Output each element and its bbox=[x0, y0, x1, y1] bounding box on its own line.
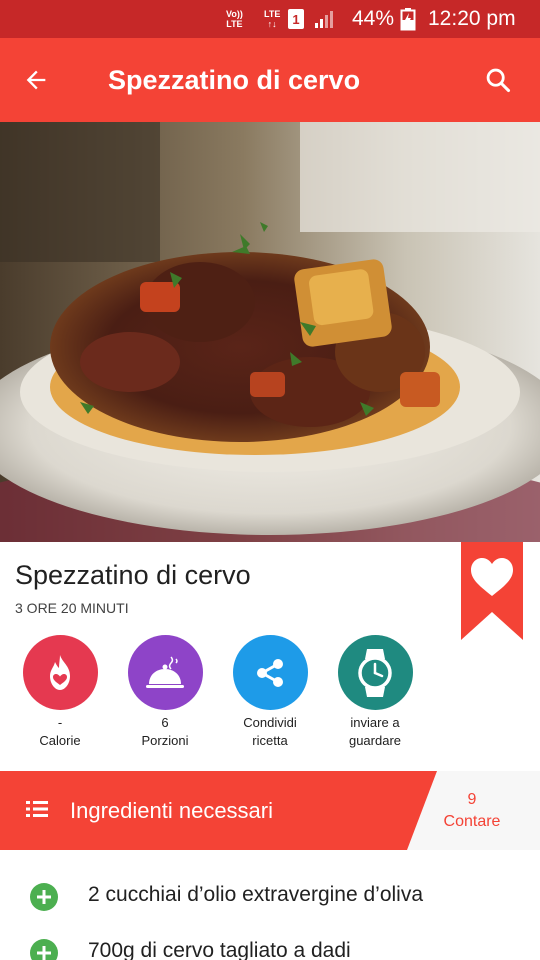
portions-circle bbox=[127, 635, 203, 710]
lte-text: LTE bbox=[264, 9, 281, 19]
status-bar: Vo)) LTE LTE ↑↓ 1 44% 12:20 pm bbox=[0, 0, 540, 38]
plus-icon bbox=[37, 946, 51, 960]
back-button[interactable] bbox=[14, 58, 58, 102]
ingredient-text: 700g di cervo tagliato a dadi bbox=[88, 939, 351, 960]
recipe-title: Spezzatino di cervo bbox=[15, 560, 251, 590]
watch-icon bbox=[358, 648, 392, 697]
app-bar-title: Spezzatino di cervo bbox=[108, 65, 361, 95]
lte-arrows: ↑↓ bbox=[267, 19, 277, 29]
ingredient-item: 2 cucchiai d’olio extravergine d’oliva bbox=[0, 869, 540, 925]
list-icon bbox=[26, 801, 48, 817]
portions-button[interactable]: 6 Porzioni bbox=[115, 635, 215, 750]
lte-indicator: LTE ↑↓ bbox=[264, 0, 280, 38]
sim-icon: 1 bbox=[288, 0, 304, 38]
calorie-circle bbox=[22, 635, 98, 710]
volte-top-text: Vo)) bbox=[226, 9, 243, 19]
calorie-label: Calorie bbox=[39, 733, 81, 748]
share-circle bbox=[232, 635, 308, 710]
ingredients-header[interactable]: Ingredienti necessari 9 Contare bbox=[0, 771, 540, 850]
portions-value: 6 bbox=[161, 715, 169, 730]
ingredients-count: 9 Contare bbox=[420, 789, 524, 833]
ingredient-item: 700g di cervo tagliato a dadi bbox=[0, 925, 540, 960]
ingredients-title: Ingredienti necessari bbox=[70, 798, 274, 823]
portions-label: Porzioni bbox=[141, 733, 189, 748]
recipe-photo bbox=[0, 122, 540, 542]
calorie-button[interactable]: - Calorie bbox=[10, 635, 110, 750]
ingredients-count-label: Contare bbox=[443, 813, 501, 830]
share-recipe-button[interactable]: Condividi ricetta bbox=[220, 635, 320, 750]
volte-indicator: Vo)) LTE bbox=[226, 0, 243, 38]
arrow-left-icon bbox=[26, 70, 46, 90]
search-button[interactable] bbox=[476, 58, 520, 102]
flame-heart-icon bbox=[50, 654, 70, 690]
send-to-watch-button[interactable]: inviare a guardare bbox=[325, 635, 425, 750]
watch-label-line1: inviare a bbox=[350, 715, 400, 730]
clock: 12:20 pm bbox=[428, 7, 516, 30]
share-label-line2: ricetta bbox=[252, 733, 288, 748]
signal-icon bbox=[314, 0, 338, 38]
watch-circle bbox=[337, 635, 413, 710]
share-icon bbox=[257, 658, 283, 687]
app-bar: Spezzatino di cervo bbox=[0, 38, 540, 122]
volte-bottom-text: LTE bbox=[226, 19, 243, 29]
add-ingredient-button[interactable] bbox=[30, 883, 58, 911]
add-ingredient-button[interactable] bbox=[30, 939, 58, 960]
watch-label-line2: guardare bbox=[348, 733, 402, 748]
battery-charging-icon bbox=[400, 0, 416, 38]
ingredient-text: 2 cucchiai d’olio extravergine d’oliva bbox=[88, 883, 424, 906]
ingredients-count-value: 9 bbox=[467, 791, 477, 808]
battery-percent: 44% bbox=[352, 7, 395, 30]
search-icon bbox=[486, 68, 511, 93]
favorite-button[interactable] bbox=[461, 542, 523, 640]
share-label-line1: Condividi bbox=[243, 715, 297, 730]
cloche-icon bbox=[146, 655, 184, 688]
sim-slot: 1 bbox=[288, 9, 304, 29]
recipe-duration: 3 ORE 20 MINUTI bbox=[15, 600, 129, 616]
calorie-value: - bbox=[57, 715, 63, 730]
plus-icon bbox=[37, 890, 51, 904]
